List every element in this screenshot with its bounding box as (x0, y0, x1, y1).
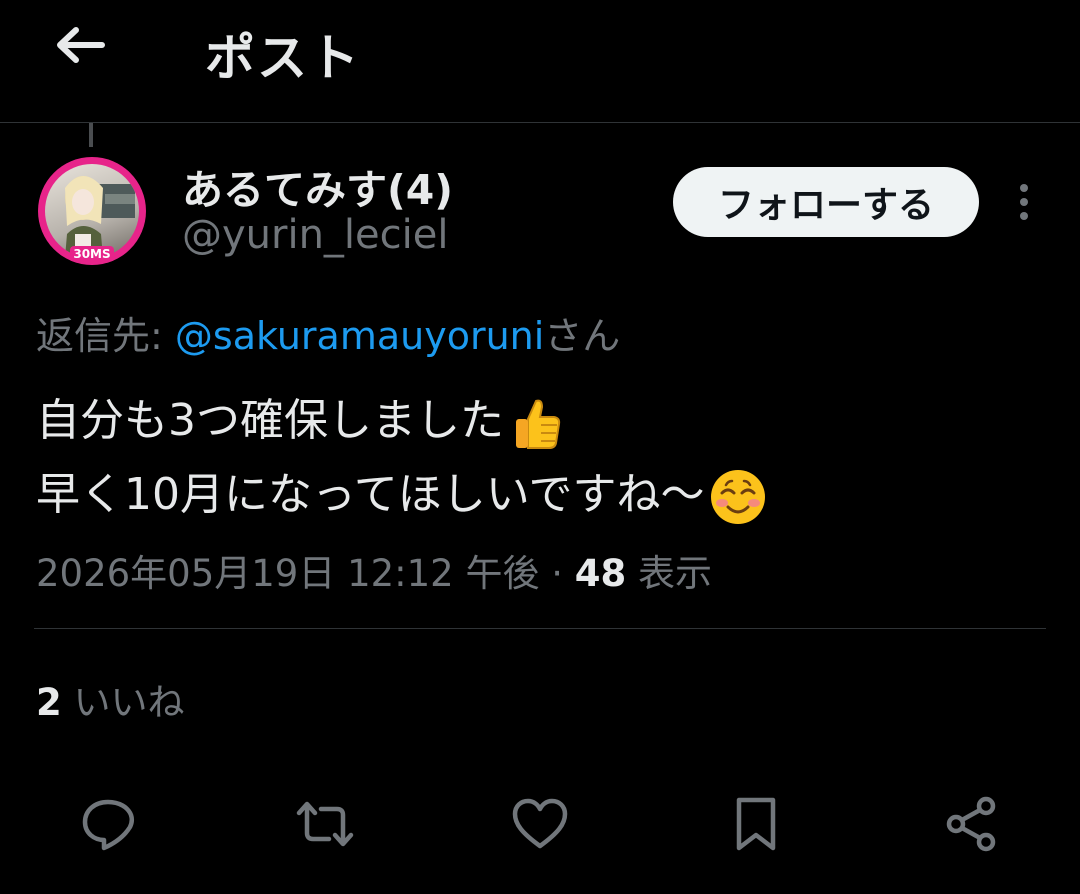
share-icon (946, 796, 996, 852)
smiling-face-emoji-icon (711, 470, 766, 524)
tweet-meta: 2026年05月19日 12:12 午後 · 48 表示 (36, 543, 712, 597)
reply-to: 返信先: @sakuramauyoruniさん (36, 305, 620, 360)
more-options-icon[interactable] (1010, 182, 1038, 222)
thread-connector-line (89, 123, 93, 147)
avatar-badge: 30MS (70, 246, 114, 263)
reply-to-suffix: さん (544, 314, 621, 358)
avatar[interactable]: 30MS (38, 157, 146, 265)
follow-button[interactable]: フォローする (673, 167, 979, 237)
likes-stat[interactable]: 2 いいね (36, 672, 185, 726)
views-count: 48 (574, 552, 627, 595)
like-button[interactable] (508, 792, 572, 856)
share-button[interactable] (939, 792, 1003, 856)
likes-count: 2 (36, 681, 62, 724)
retweet-button[interactable] (293, 792, 357, 856)
thumbs-up-emoji-icon (516, 399, 561, 449)
tweet-line: 早く10月になってほしいですね～ (36, 458, 1036, 532)
tweet-datetime[interactable]: 2026年05月19日 12:12 午後 (36, 552, 539, 595)
avatar-figure-icon (65, 176, 135, 258)
tweet-line-1: 自分も3つ確保しました (36, 395, 504, 446)
tweet-line-2: 早く10月になってほしいですね～ (36, 469, 705, 520)
author-handle[interactable]: @yurin_leciel (182, 212, 448, 258)
likes-label: いいね (73, 681, 185, 724)
tweet-line: 自分も3つ確保しました (36, 384, 1036, 458)
avatar-image (45, 164, 139, 258)
top-bar: ポスト (0, 0, 1080, 123)
reply-to-prefix: 返信先: (36, 314, 163, 358)
tweet-text: 自分も3つ確保しました 早く10月になってほしいですね～ (36, 384, 1036, 532)
bookmark-button[interactable] (724, 792, 788, 856)
page-title: ポスト (205, 29, 361, 87)
reply-icon (82, 799, 135, 851)
bookmark-icon (736, 797, 776, 851)
meta-separator: · (539, 552, 575, 595)
divider (34, 628, 1046, 629)
heart-icon (512, 798, 568, 849)
reply-button[interactable] (76, 792, 140, 856)
back-arrow-icon[interactable] (52, 22, 108, 68)
views-label: 表示 (638, 552, 713, 595)
reply-to-mention[interactable]: @sakuramauyoruni (175, 314, 544, 358)
retweet-icon (296, 801, 354, 847)
author-display-name[interactable]: あるてみす(4) (182, 156, 453, 216)
